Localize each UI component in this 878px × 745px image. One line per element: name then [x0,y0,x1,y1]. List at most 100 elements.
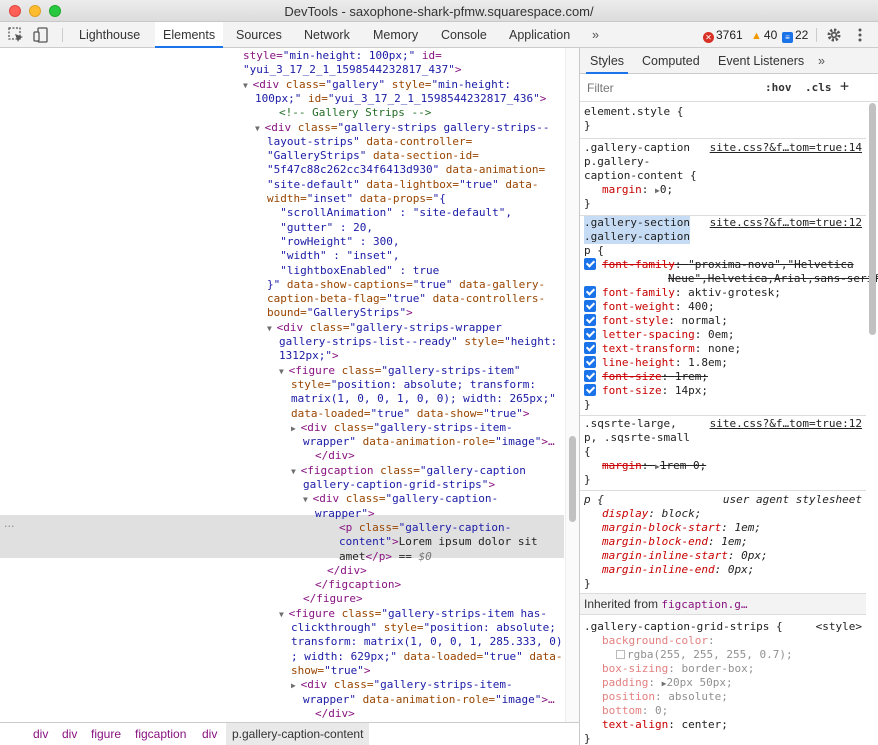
css-value[interactable]: 0em; [708,328,735,341]
dom-node-line[interactable]: </figure> [303,592,363,606]
styles-scrollbar[interactable] [866,103,878,745]
rule-selector[interactable]: { [584,445,591,459]
dom-node-line[interactable]: ▼ <div class="gallery-strips-wrapper [267,321,502,336]
css-value[interactable]: 1rem 0; [660,459,706,472]
css-declaration[interactable]: position: absolute; [602,690,728,704]
dom-node-line[interactable]: ▼ <div class="gallery" style="min-height… [243,78,511,93]
css-declaration[interactable]: font-family: aktiv-grotesk; [584,286,781,300]
tab-sources[interactable]: Sources [228,22,290,48]
dom-node-line[interactable]: ▼ <figcaption class="gallery-caption [291,464,526,479]
css-declaration[interactable]: margin: ▶1rem 0; [602,459,706,474]
rule-selector[interactable]: .gallery-caption-grid-strips { [584,620,783,634]
dom-node-line[interactable]: "site-default" data-lightbox="true" data… [267,178,539,192]
styles-scrollbar-thumb[interactable] [869,103,876,335]
css-property[interactable]: font-size [602,384,662,397]
hov-toggle-button[interactable]: :hov [765,81,792,94]
breadcrumb-item[interactable]: figure [91,727,121,741]
css-value[interactable]: 1.8em; [688,356,728,369]
collapse-node-icon[interactable]: ▼ [303,495,313,504]
more-tabs-button[interactable]: » [584,22,607,48]
css-declaration[interactable]: margin: ▶0; [602,183,673,198]
dom-node-line[interactable]: ▼ <figure class="gallery-strips-item has… [279,607,547,622]
dom-node-line[interactable]: ▼ <div class="gallery-caption- [303,492,498,507]
css-property[interactable]: margin [602,459,642,472]
error-counter[interactable]: ✕ 3761 [703,22,743,48]
rule-selector[interactable]: caption-content { [584,169,697,183]
css-declaration[interactable]: text-transform: none; [584,342,741,356]
tab-elements[interactable]: Elements [155,22,224,48]
elements-scrollbar[interactable] [565,48,579,722]
rule-selector[interactable]: p, .sqsrte-small [584,431,690,445]
dom-node-line[interactable]: show="true"> [291,664,371,678]
dom-node-line[interactable]: <p class="gallery-caption- [339,521,511,535]
css-declaration[interactable]: font-size: 1rem; [584,370,708,384]
css-declaration[interactable]: line-height: 1.8em; [584,356,728,370]
tab-styles[interactable]: Styles [586,48,629,74]
css-value[interactable]: "proxima-nova","Helvetica [688,258,854,271]
collapse-node-icon[interactable]: ▼ [291,467,301,476]
css-value[interactable]: 0; [655,704,668,717]
css-value[interactable]: center; [681,718,727,731]
css-declaration-continuation[interactable]: rgba(255, 255, 255, 0.7); [616,648,793,662]
dom-node-line[interactable]: wrapper" data-animation-role="image">… [303,435,555,449]
css-value[interactable]: 1rem; [675,370,708,383]
css-property[interactable]: font-style [602,314,668,327]
css-declaration[interactable]: padding: ▶20px 50px; [602,676,733,691]
css-declaration[interactable]: font-family: "proxima-nova","Helvetica [584,258,854,272]
rule-source-link[interactable]: site.css?&f…tom=true:12 [710,417,862,431]
dom-node-line[interactable]: gallery-strips-list--ready" style="heigh… [279,335,557,349]
warning-counter[interactable]: ▲ 40 [751,22,777,48]
style-tag-source[interactable]: <style> [816,620,862,634]
css-value[interactable]: 400; [688,300,715,313]
css-declaration[interactable]: font-weight: 400; [584,300,715,314]
dom-node-line[interactable]: content">Lorem ipsum dolor sit [339,535,538,549]
dom-node-line[interactable]: "scrollAnimation" : "site-default", [267,206,512,220]
dom-node-line[interactable]: "GalleryStrips" data-section-id= [267,149,479,163]
dom-node-line[interactable]: width="inset" data-props="{ [267,192,446,206]
css-value[interactable]: rgba(255, 255, 255, 0.7); [627,648,793,661]
cls-toggle-button[interactable]: .cls [805,81,832,94]
inspect-element-icon[interactable] [7,26,25,44]
css-property[interactable]: text-align [602,718,668,731]
rule-selector-highlighted[interactable]: .gallery-caption [584,230,690,244]
css-declaration[interactable]: font-style: normal; [584,314,728,328]
css-declaration[interactable]: text-align: center; [602,718,728,732]
css-value[interactable]: border-box; [681,662,754,675]
declaration-checkbox[interactable] [584,384,596,396]
tab-application[interactable]: Application [501,22,578,48]
css-declaration[interactable]: letter-spacing: 0em; [584,328,734,342]
css-property[interactable]: line-height [602,356,675,369]
declaration-checkbox[interactable] [584,328,596,340]
collapse-node-icon[interactable]: ▼ [267,324,277,333]
css-property[interactable]: font-family [602,258,675,271]
collapse-node-icon[interactable]: ▼ [279,610,289,619]
css-property[interactable]: letter-spacing [602,328,695,341]
dom-node-line[interactable]: "lightboxEnabled" : true [267,264,439,278]
rule-source-link[interactable]: site.css?&f…tom=true:14 [710,141,862,155]
dom-node-line[interactable]: matrix(1, 0, 0, 1, 0, 0); width: 265px;" [291,392,556,406]
dom-node-line[interactable]: style="min-height: 100px;" id= [243,49,442,63]
declaration-checkbox[interactable] [584,370,596,382]
declaration-checkbox[interactable] [584,300,596,312]
dom-node-line[interactable]: 1312px;"> [279,349,339,363]
dom-node-line[interactable]: "5f47c88c262cc34f6413d930" data-animatio… [267,163,545,177]
dom-node-line[interactable]: style="position: absolute; transform: [291,378,536,392]
css-value[interactable]: aktiv-grotesk; [688,286,781,299]
rule-selector[interactable]: .sqsrte-large, [584,417,677,431]
dom-node-line[interactable]: </div> [315,449,355,463]
new-rule-button[interactable]: + [840,77,849,95]
css-value[interactable]: 20px 50px; [666,676,732,689]
dom-node-line[interactable]: 100px;" id="yui_3_17_2_1_1598544232817_4… [255,92,546,106]
more-styles-tabs-button[interactable]: » [818,48,825,74]
dom-node-line[interactable]: layout-strips" data-controller= [267,135,472,149]
dom-node-line[interactable]: clickthrough" style="position: absolute; [291,621,556,635]
css-value[interactable]: normal; [681,314,727,327]
inherited-element-link[interactable]: figcaption.g… [661,598,747,611]
kebab-menu-icon[interactable] [851,26,869,44]
collapse-node-icon[interactable]: ▼ [243,81,253,90]
rule-source-link[interactable]: site.css?&f…tom=true:12 [710,216,862,230]
css-property[interactable]: padding [602,676,648,689]
breadcrumb-item[interactable]: div [202,727,217,741]
dom-node-line[interactable]: data-loaded="true" data-show="true"> [291,407,529,421]
collapse-node-icon[interactable]: ▼ [279,367,289,376]
